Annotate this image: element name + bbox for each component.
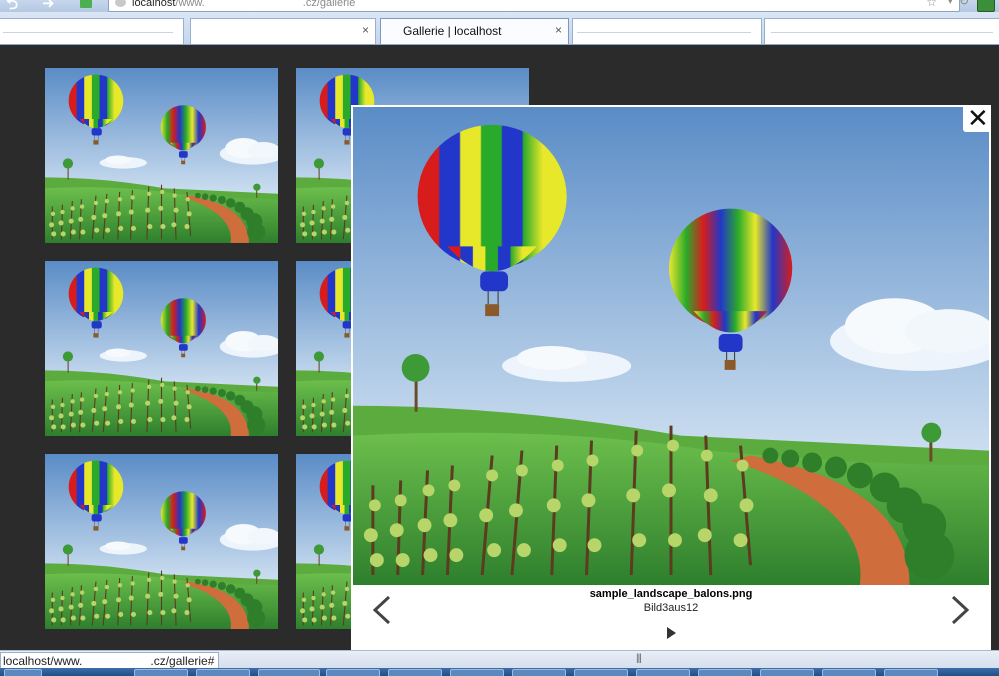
taskbar-button[interactable]: [698, 669, 752, 676]
tab-4-blank: [577, 32, 751, 33]
tab-1[interactable]: [0, 18, 184, 44]
status-url-redaction: [82, 655, 151, 668]
url-path-end: .cz/gallerie: [302, 0, 356, 9]
status-url-end: .cz/gallerie#: [150, 654, 215, 668]
page-icon: [115, 0, 126, 7]
url-redaction: [204, 0, 303, 7]
taskbar-button[interactable]: [512, 669, 566, 676]
tab-2[interactable]: ×: [190, 18, 376, 44]
tab-strip: × Gallerie | localhost ×: [0, 12, 999, 45]
thumbnail-image: [45, 454, 278, 629]
tab-gallerie[interactable]: Gallerie | localhost ×: [380, 18, 569, 44]
taskbar-button[interactable]: [134, 669, 188, 676]
tab-5[interactable]: [764, 18, 999, 44]
lightbox: ✕ sample_landscape_balons.png Bild3aus12: [351, 104, 991, 650]
close-button[interactable]: ✕: [963, 104, 989, 134]
star-icon[interactable]: ☆: [926, 0, 937, 9]
tab-1-blank: [3, 32, 173, 33]
lightbox-image[interactable]: [353, 107, 989, 585]
thumbnail-image: [45, 261, 278, 436]
gallery-thumbnail[interactable]: [45, 454, 278, 629]
status-url-start: localhost/www.: [3, 654, 83, 668]
reload-icon[interactable]: ↻: [959, 0, 969, 8]
taskbar-button[interactable]: [450, 669, 504, 676]
taskbar-button[interactable]: [636, 669, 690, 676]
gallery-thumbnail[interactable]: [45, 261, 278, 436]
tab-2-close-icon[interactable]: ×: [362, 23, 369, 37]
image-filename: sample_landscape_balons.png: [589, 588, 753, 600]
image-counter: Bild3aus12: [643, 602, 699, 614]
address-bar[interactable]: localhost/www. .cz/gallerie: [108, 0, 960, 12]
tab-4[interactable]: [572, 18, 762, 44]
scroll-grip-icon[interactable]: |||: [636, 653, 642, 664]
tab-gallerie-title: Gallerie | localhost: [403, 24, 502, 38]
navigation-bar: ⮌ ➜ localhost/www. .cz/gallerie ☆ ▾ ↻: [0, 0, 999, 12]
forward-icon[interactable]: ➜: [42, 0, 55, 12]
taskbar-button[interactable]: [884, 669, 938, 676]
taskbar-button[interactable]: [326, 669, 380, 676]
dropdown-icon[interactable]: ▾: [947, 0, 953, 7]
taskbar-button[interactable]: [258, 669, 320, 676]
taskbar: [0, 668, 999, 676]
taskbar-button[interactable]: [388, 669, 442, 676]
taskbar-button[interactable]: [574, 669, 628, 676]
addon-icon[interactable]: [977, 0, 995, 12]
status-bar: localhost/www. .cz/gallerie# |||: [0, 650, 999, 670]
taskbar-button[interactable]: [760, 669, 814, 676]
tab-5-blank: [771, 32, 993, 33]
landscape-image: [353, 107, 989, 585]
gallery-thumbnail[interactable]: [45, 68, 278, 243]
close-icon: ✕: [967, 104, 989, 134]
back-icon[interactable]: ⮌: [6, 0, 18, 12]
url-host: localhost: [132, 0, 176, 9]
url-path-start: /www.: [175, 0, 205, 9]
start-button[interactable]: [4, 669, 42, 676]
thumbnail-image: [45, 68, 278, 243]
site-favicon: [80, 0, 92, 8]
taskbar-button[interactable]: [196, 669, 250, 676]
play-icon: [667, 627, 676, 639]
taskbar-button[interactable]: [822, 669, 876, 676]
slideshow-play-button[interactable]: [665, 625, 677, 639]
tab-gallerie-close-icon[interactable]: ×: [555, 23, 562, 37]
